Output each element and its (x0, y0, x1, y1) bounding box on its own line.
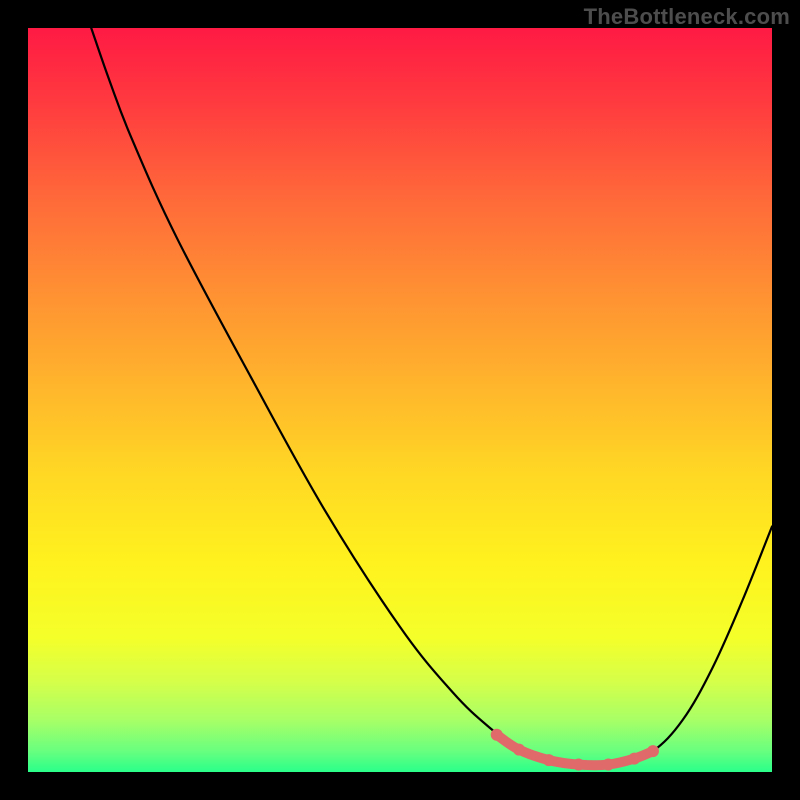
plot-area (28, 28, 772, 772)
highlight-dot (647, 745, 659, 757)
bottleneck-chart (28, 28, 772, 772)
gradient-background (28, 28, 772, 772)
highlight-dot (628, 753, 640, 765)
highlight-dot (573, 759, 585, 771)
highlight-dot (543, 754, 555, 766)
highlight-dot (602, 759, 614, 771)
watermark-text: TheBottleneck.com (584, 4, 790, 30)
highlight-dot (513, 744, 525, 756)
highlight-dot (491, 729, 503, 741)
chart-frame: TheBottleneck.com (0, 0, 800, 800)
